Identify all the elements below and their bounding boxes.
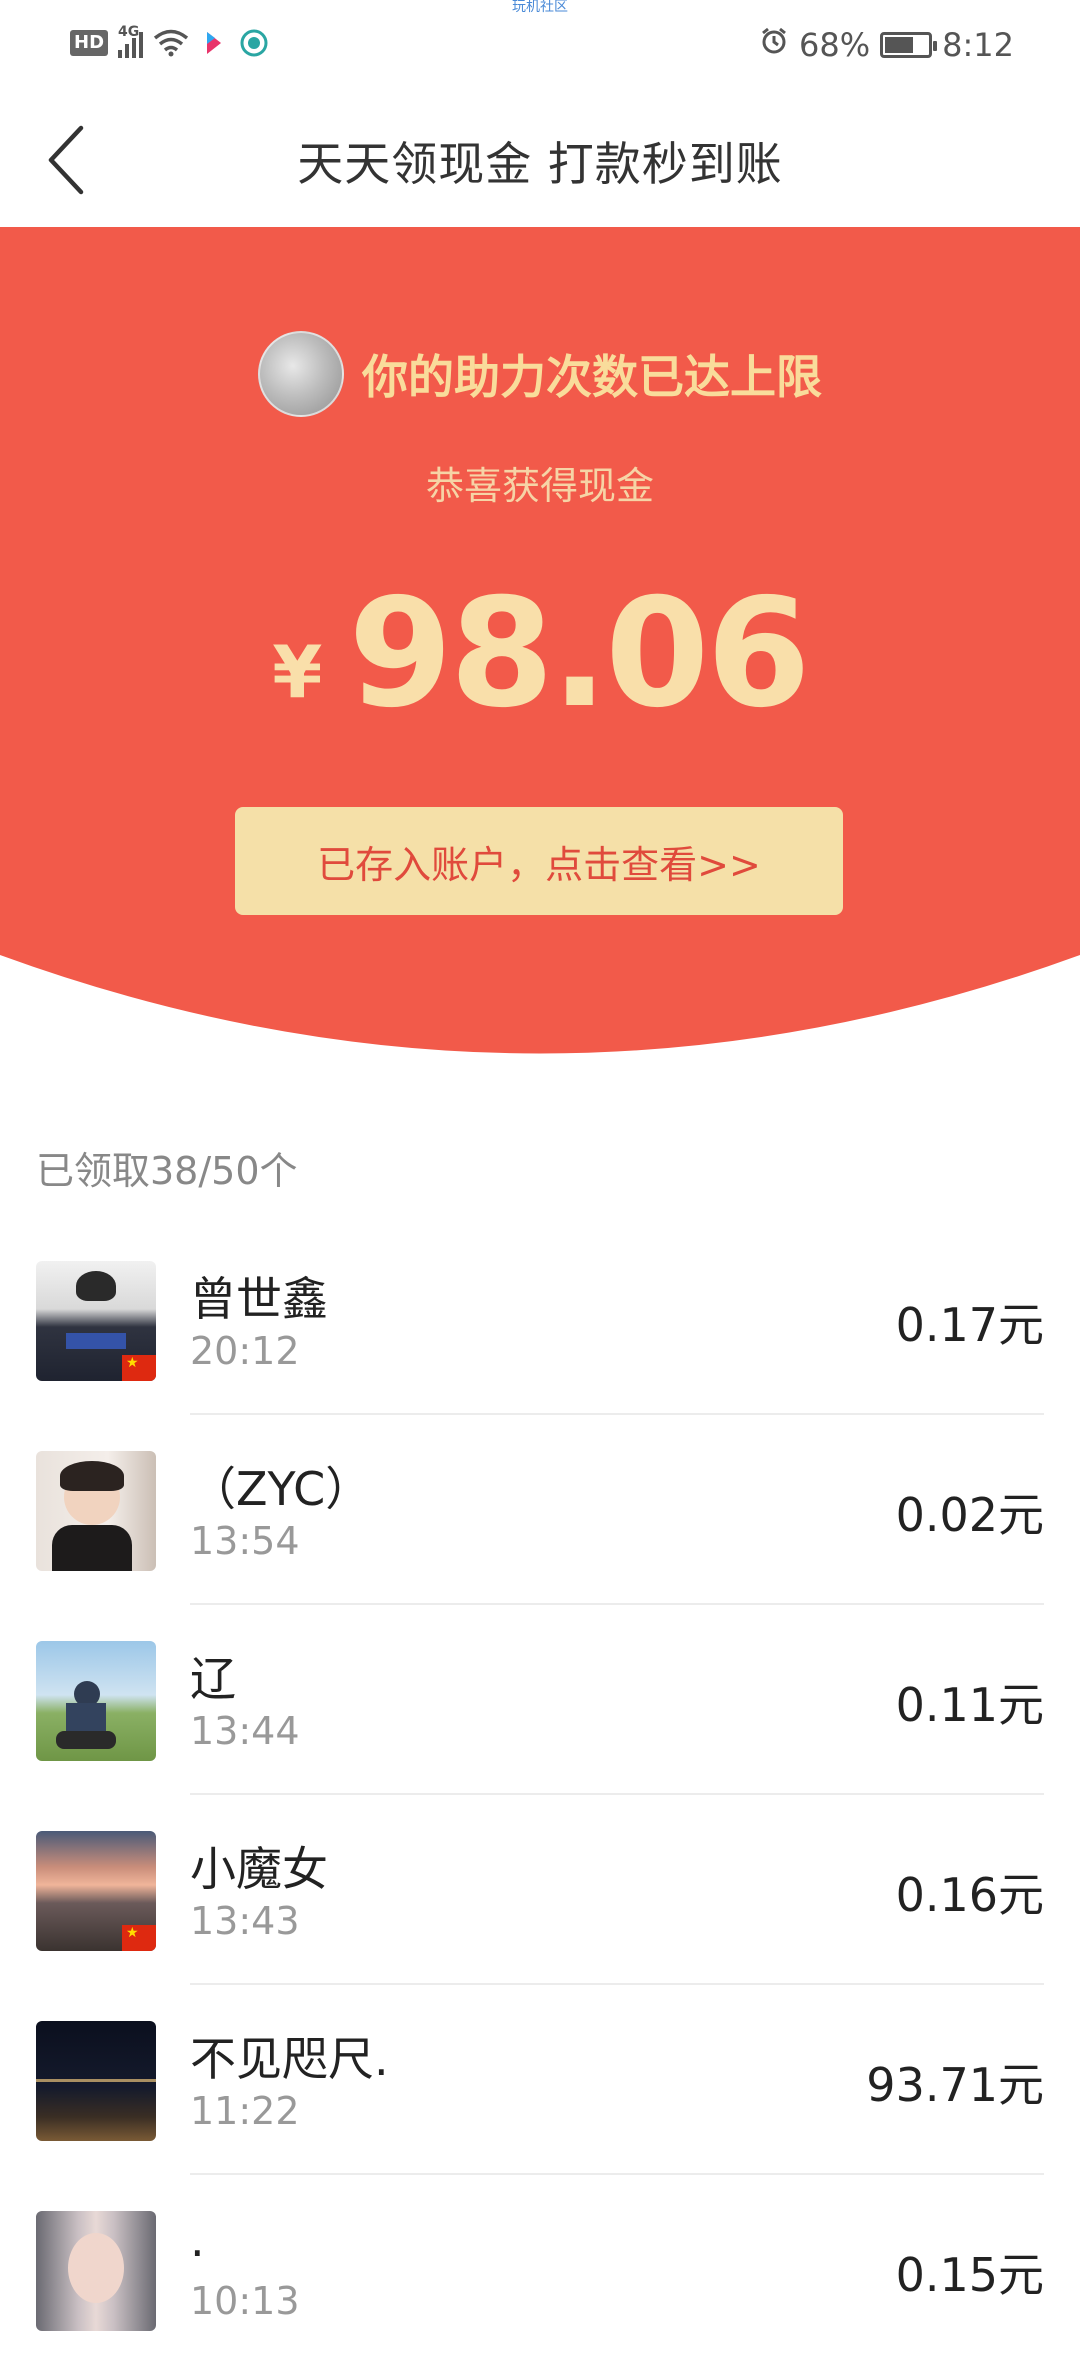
claimer-name: 辽 [190,1652,236,1706]
claim-amount: 0.11元 [895,1678,1044,1732]
network-type-label: 4G [118,24,140,40]
youku-app-icon [199,28,229,58]
status-right-icons: 68% 8:12 [759,26,1014,64]
user-avatar [258,331,344,417]
claim-amount: 0.15元 [895,2248,1044,2302]
clock-time: 8:12 [942,26,1014,64]
helper-row: 你的助力次数已达上限 [0,331,1080,417]
hd-badge: HD [70,30,109,56]
claim-amount: 0.02元 [895,1488,1044,1542]
china-flag-icon [122,1355,156,1381]
claim-time: 13:43 [190,1899,300,1943]
claim-time: 13:54 [190,1519,300,1563]
avatar [36,1641,156,1761]
browser-app-icon [239,28,269,58]
nav-bar: 天天领现金 打款秒到账 [0,90,1080,227]
status-bar: HD 4G 68% 8:12 [0,0,1080,90]
view-account-button[interactable]: 已存入账户，点击查看>> [235,807,843,915]
claim-time: 11:22 [190,2089,300,2133]
battery-percent: 68% [799,26,871,64]
claimer-name: 小魔女 [190,1842,328,1896]
avatar [36,2211,156,2331]
helper-limit-text: 你的助力次数已达上限 [362,350,822,404]
claimer-name: 曾世鑫 [190,1272,328,1326]
avatar [36,1451,156,1571]
claim-list: 曾世鑫 20:12 0.17元 （ZYC） 13:54 0.02元 辽 13:4… [0,1225,1080,2365]
avatar [36,2021,156,2141]
claimer-name: . [190,2213,205,2267]
claimer-name: 不见咫尺. [190,2032,389,2086]
list-item[interactable]: 曾世鑫 20:12 0.17元 [0,1225,1080,1415]
list-item[interactable]: 小魔女 13:43 0.16元 [0,1795,1080,1985]
claim-time: 20:12 [190,1329,300,1373]
battery-icon [880,32,938,58]
congrats-subtitle: 恭喜获得现金 [425,464,654,508]
list-item[interactable]: 辽 13:44 0.11元 [0,1605,1080,1795]
avatar [36,1831,156,1951]
claim-amount: 0.16元 [895,1868,1044,1922]
avatar [36,1261,156,1381]
list-item[interactable]: 不见咫尺. 11:22 93.71元 [0,1985,1080,2175]
china-flag-icon [122,1925,156,1951]
status-left-icons: HD 4G [70,24,269,58]
list-item[interactable]: . 10:13 0.15元 [0,2175,1080,2365]
amount-value: 98.06 [348,567,810,741]
claim-time: 13:44 [190,1709,300,1753]
claim-amount: 0.17元 [895,1298,1044,1352]
reward-hero: 你的助力次数已达上限 恭喜获得现金 ¥ 98.06 已存入账户，点击查看>> [0,227,1080,1067]
cash-amount: ¥ 98.06 [0,567,1080,741]
currency-symbol: ¥ [272,630,323,714]
claim-time: 10:13 [190,2279,300,2323]
claimed-count: 已领取38/50个 [36,1149,298,1193]
claimer-name: （ZYC） [190,1462,372,1516]
list-item[interactable]: （ZYC） 13:54 0.02元 [0,1415,1080,1605]
alarm-icon [759,26,789,64]
page-title: 天天领现金 打款秒到账 [297,137,783,191]
wifi-icon [153,29,189,57]
cellular-signal-icon: 4G [118,24,144,58]
claim-amount: 93.71元 [866,2058,1044,2112]
